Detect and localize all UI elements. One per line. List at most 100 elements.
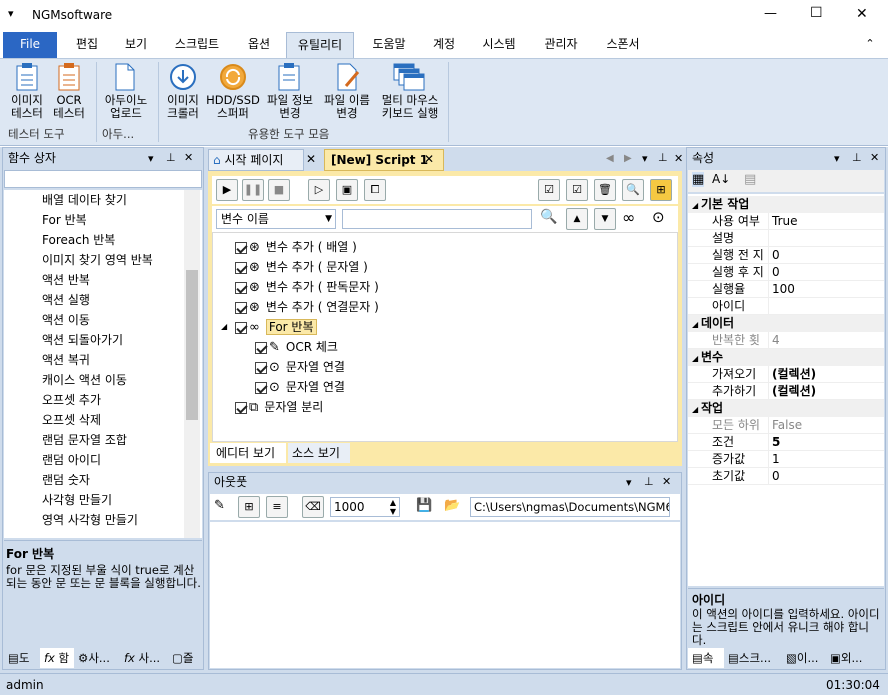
- property-row[interactable]: 가져오기 (컬렉션): [688, 366, 884, 383]
- tab-options[interactable]: 옵션: [234, 32, 284, 58]
- file-info-button[interactable]: 파일 정보 변경: [262, 94, 318, 120]
- node-checkbox[interactable]: [235, 301, 247, 314]
- script-tree-node[interactable]: ⊙ 문자열 연결: [255, 377, 655, 397]
- close-button[interactable]: ✕: [856, 6, 868, 22]
- left-tab-1[interactable]: ▤도: [4, 648, 40, 668]
- arduino-upload-button[interactable]: 아두이노 업로드: [100, 94, 152, 120]
- property-value[interactable]: 0: [772, 468, 780, 484]
- variable-search-input[interactable]: [342, 209, 532, 229]
- ribbon-collapse-icon[interactable]: ⌃: [860, 32, 880, 58]
- property-row[interactable]: 증가값 1: [688, 451, 884, 468]
- function-list-item[interactable]: ◉랜덤 아이디: [42, 450, 186, 470]
- function-list-item[interactable]: △액션 되돌아가기: [42, 330, 186, 350]
- property-row[interactable]: 아이디: [688, 298, 884, 315]
- function-list-item[interactable]: □사각형 만들기: [42, 490, 186, 510]
- props-pin-icon[interactable]: ⊥: [852, 151, 862, 164]
- editor-view-tab[interactable]: 에디터 보기: [210, 443, 286, 463]
- tab-file[interactable]: File: [3, 32, 57, 58]
- node-checkbox[interactable]: [235, 321, 247, 334]
- move-down-button[interactable]: ▼: [594, 208, 616, 230]
- multi-mouse-button[interactable]: 멀티 마우스 키보드 실행: [376, 94, 444, 120]
- function-list-item[interactable]: ▦이미지 찾기 영역 반복: [42, 250, 186, 270]
- function-list-item[interactable]: ⤡영역 사각형 만들기: [42, 510, 186, 530]
- script-tree-node[interactable]: ⊛ 변수 추가 ( 배열 ): [235, 237, 635, 257]
- ocr-tester-button[interactable]: OCR 테스터: [48, 94, 90, 120]
- function-list-item[interactable]: fxFor 반복: [42, 210, 186, 230]
- pause-button[interactable]: ❚❚: [242, 179, 264, 201]
- check-button[interactable]: ☑: [566, 179, 588, 201]
- node-checkbox[interactable]: [255, 381, 267, 394]
- props-menu-icon[interactable]: ▾: [834, 152, 840, 165]
- quick-access-icon[interactable]: ▾: [8, 7, 14, 20]
- property-section[interactable]: ◢ 작업: [688, 400, 884, 417]
- output-close-icon[interactable]: ✕: [662, 475, 671, 488]
- tab-area-close-icon[interactable]: ✕: [674, 152, 683, 165]
- script-tree-node[interactable]: ⧉ 문자열 분리: [235, 397, 635, 417]
- left-tab-2[interactable]: fx 함: [40, 648, 74, 668]
- tab-script[interactable]: 스크립트: [164, 32, 230, 58]
- node-checkbox[interactable]: [235, 241, 247, 254]
- right-tab-script[interactable]: ▤스크...: [724, 648, 782, 668]
- tab-help[interactable]: 도움말: [360, 32, 418, 58]
- eraser-icon[interactable]: ⌫: [302, 496, 324, 518]
- property-value[interactable]: 1: [772, 451, 780, 467]
- tab-pin-icon[interactable]: ⊥: [658, 151, 668, 164]
- run-selected-button[interactable]: ▣: [336, 179, 358, 201]
- function-list-item[interactable]: ⧉오프셋 추가: [42, 390, 186, 410]
- tab-script-close-icon[interactable]: ✕: [424, 152, 434, 166]
- property-value[interactable]: (컬렉션): [772, 383, 816, 399]
- function-list-item[interactable]: ↻액션 복귀: [42, 350, 186, 370]
- property-row[interactable]: 반복한 횟 4: [688, 332, 884, 349]
- function-list-item[interactable]: ⋔캐이스 액션 이동: [42, 370, 186, 390]
- function-list-item[interactable]: 🔍배열 데이타 찾기: [42, 190, 186, 210]
- script-tree-node[interactable]: ⊙ 문자열 연결: [255, 357, 655, 377]
- folder-icon[interactable]: 📂: [444, 498, 460, 513]
- tab-admin[interactable]: 관리자: [530, 32, 592, 58]
- property-section[interactable]: ◢ 데이터: [688, 315, 884, 332]
- tab-start-close-icon[interactable]: ✕: [306, 152, 316, 166]
- play-button[interactable]: ▶: [216, 179, 238, 201]
- check-all-button[interactable]: ☑: [538, 179, 560, 201]
- function-search-input[interactable]: [4, 170, 202, 188]
- lines-button[interactable]: ≡: [266, 496, 288, 518]
- tab-system[interactable]: 시스템: [472, 32, 526, 58]
- step-play-button[interactable]: ▷: [308, 179, 330, 201]
- property-value[interactable]: 4: [772, 332, 780, 348]
- variable-dropdown[interactable]: 변수 이름 ▼: [216, 209, 336, 229]
- expand-icon[interactable]: ◢: [221, 317, 227, 337]
- node-checkbox[interactable]: [255, 341, 267, 354]
- stepper-arrows-icon[interactable]: ▲ ▼: [390, 498, 396, 516]
- minimize-button[interactable]: —: [764, 6, 777, 21]
- right-tab-props[interactable]: ▤속: [688, 648, 724, 668]
- hdd-ssd-button[interactable]: HDD/SSD 스퍼퍼: [206, 94, 260, 120]
- search-icon[interactable]: 🔍: [622, 179, 644, 201]
- property-pages-icon[interactable]: ▤: [744, 172, 756, 187]
- script-tree-node[interactable]: ✎ OCR 체크: [255, 337, 655, 357]
- function-list-item[interactable]: ⊙액션 반복: [42, 270, 186, 290]
- tab-list-icon[interactable]: ▾: [642, 152, 648, 165]
- property-row[interactable]: 실행 후 지 0: [688, 264, 884, 281]
- tree-view-button[interactable]: ⊞: [650, 179, 672, 201]
- search-icon[interactable]: 🔍: [540, 209, 557, 225]
- property-row[interactable]: 설명: [688, 230, 884, 247]
- property-section[interactable]: ◢ 기본 작업: [688, 196, 884, 213]
- source-view-tab[interactable]: 소스 보기: [288, 443, 350, 463]
- line-count-stepper[interactable]: 1000 ▲ ▼: [330, 497, 400, 517]
- tab-start-page[interactable]: ⌂ 시작 페이지: [208, 149, 304, 171]
- tab-edit[interactable]: 편집: [64, 32, 110, 58]
- function-list-item[interactable]: ∞Foreach 반복: [42, 230, 186, 250]
- function-list-item[interactable]: ↰액션 이동: [42, 310, 186, 330]
- panel-menu-icon[interactable]: ▾: [148, 152, 154, 165]
- function-list-item[interactable]: ●랜덤 숫자: [42, 470, 186, 490]
- property-row[interactable]: 초기값 0: [688, 468, 884, 485]
- stop-button[interactable]: ■: [268, 179, 290, 201]
- property-value[interactable]: True: [772, 213, 798, 229]
- collapse-icon[interactable]: ◢: [692, 201, 701, 210]
- collapse-icon[interactable]: ◢: [692, 405, 701, 414]
- delete-button[interactable]: 🗑: [594, 179, 616, 201]
- script-tree-node[interactable]: ⊛ 변수 추가 ( 연결문자 ): [235, 297, 635, 317]
- props-close-icon[interactable]: ✕: [870, 151, 879, 164]
- property-value[interactable]: 0: [772, 247, 780, 263]
- file-rename-button[interactable]: 파일 이름 변경: [318, 94, 376, 120]
- script-tree-node[interactable]: ◢ ∞ For 반복: [221, 317, 635, 337]
